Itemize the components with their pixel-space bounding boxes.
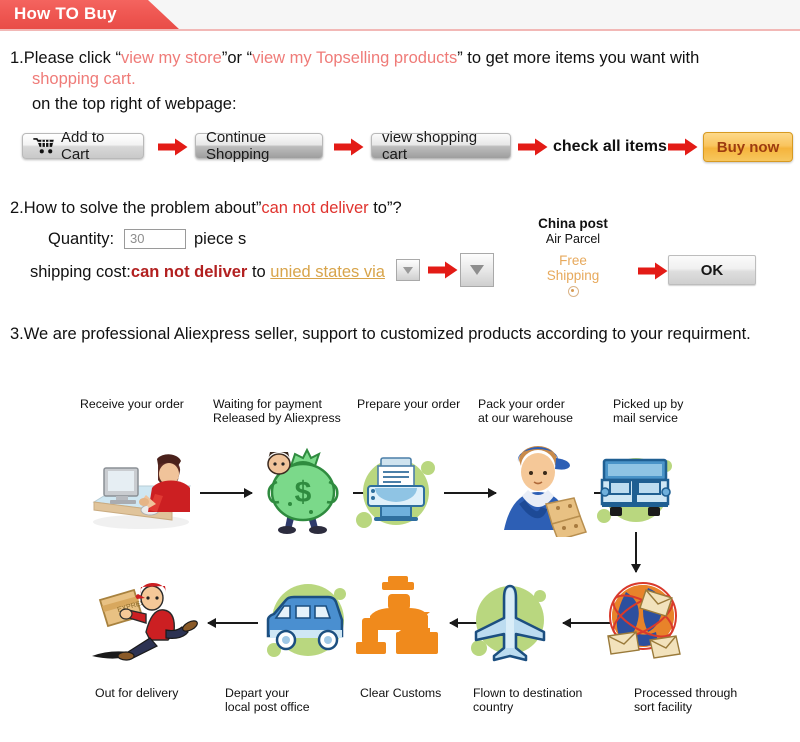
worker-packing-boxes-icon xyxy=(488,442,593,541)
flow-caption-out-for-delivery: Out for delivery xyxy=(95,686,179,700)
flow-caption-picked-up: Picked up by mail service xyxy=(613,397,684,425)
buy-now-button[interactable]: Buy now xyxy=(703,132,793,162)
red-right-arrow-icon-4 xyxy=(668,138,698,156)
red-right-arrow-icon-3 xyxy=(518,138,548,156)
ok-button[interactable]: OK xyxy=(668,255,756,285)
running-courier-icon: EXPRESS xyxy=(88,576,203,666)
flow-arrow-5 xyxy=(207,618,258,628)
shipping-country-link[interactable]: unied states via xyxy=(270,263,385,281)
quantity-unit-label: piece s xyxy=(194,230,247,248)
step1-line3: on the top right of webpage: xyxy=(32,95,237,113)
flow-caption-flown-destination: Flown to destination country xyxy=(473,686,583,714)
shopping-cart-icon xyxy=(33,138,55,154)
step2-heading-a: How to solve the problem about” xyxy=(23,199,262,217)
shipping-cost-line: shipping cost:can not deliver to unied s… xyxy=(30,262,385,282)
delivery-van-icon xyxy=(252,576,362,664)
flow-caption-prepare-order: Prepare your order xyxy=(357,397,461,411)
flow-caption-waiting-payment: Waiting for payment Released by Aliexpre… xyxy=(213,397,341,425)
shipping-cost-label: shipping cost: xyxy=(30,263,131,281)
step3-number: 3. xyxy=(10,325,24,343)
flow-arrow-down xyxy=(631,532,641,573)
carrier-name: China post xyxy=(538,216,608,231)
add-to-cart-label: Add to Cart xyxy=(61,129,105,163)
check-all-items-label: check all items xyxy=(553,138,667,155)
free-shipping-option[interactable]: Free Shipping xyxy=(513,253,633,297)
shipping-method-dropdown-button[interactable] xyxy=(460,253,494,287)
flow-caption-sort-facility: Processed through sort facility xyxy=(634,686,738,714)
red-right-arrow-icon-5 xyxy=(428,261,458,279)
page-header-banner: How TO Buy xyxy=(0,0,800,31)
step1-line1: 1.Please click “view my store”or “view m… xyxy=(10,48,699,68)
view-shopping-cart-label: view shopping cart xyxy=(382,129,478,163)
shipping-cannot-deliver: can not deliver xyxy=(130,263,248,281)
step3-line: 3.We are professional Aliexpress seller,… xyxy=(10,324,751,344)
purchase-flow-buttons: Add to Cart Continue Shopping view shopp… xyxy=(0,128,800,172)
step2-heading-emphasis: can not deliver xyxy=(261,199,369,217)
step3-text: We are professional Aliexpress seller, s… xyxy=(23,325,751,343)
step2-heading-b: to”? xyxy=(368,199,402,217)
radio-selected-icon[interactable] xyxy=(567,286,579,297)
carrier-service: Air Parcel xyxy=(545,232,601,246)
step2-number: 2. xyxy=(10,199,24,217)
view-shopping-cart-button[interactable]: view shopping cart xyxy=(371,129,511,163)
printer-icon xyxy=(348,446,444,536)
flow-caption-pack-order: Pack your order at our warehouse xyxy=(478,397,574,425)
shipping-to-text: to xyxy=(247,263,271,281)
red-right-arrow-icon-2 xyxy=(334,138,364,156)
money-bag-icon: $ xyxy=(255,442,350,534)
flow-caption-clear-customs: Clear Customs xyxy=(360,686,442,700)
svg-text:$: $ xyxy=(295,476,312,509)
add-to-cart-button[interactable]: Add to Cart xyxy=(22,129,144,163)
continue-shopping-button[interactable]: Continue Shopping xyxy=(195,129,323,163)
country-dropdown-button[interactable] xyxy=(396,259,420,281)
step1-text-a: Please click “ xyxy=(23,49,121,67)
chevron-down-icon-small xyxy=(403,266,413,274)
view-my-topselling-products-link[interactable]: view my Topselling products xyxy=(252,49,457,67)
flow-arrow-1 xyxy=(200,488,253,498)
step1-number: 1. xyxy=(10,49,24,67)
step1-text-b: ”or “ xyxy=(221,49,253,67)
truck-icon xyxy=(588,446,683,534)
airplane-icon xyxy=(462,576,560,666)
order-fulfillment-flow-diagram: Receive your order Waiting for payment R… xyxy=(0,380,800,720)
step2-heading: 2.How to solve the problem about”can not… xyxy=(10,198,402,218)
view-my-store-link[interactable]: view my store xyxy=(121,49,222,67)
shopping-cart-link[interactable]: shopping cart. xyxy=(32,69,136,89)
red-right-arrow-icon-6 xyxy=(638,262,668,280)
quantity-label: Quantity: xyxy=(48,230,115,248)
chevron-down-icon-large xyxy=(470,265,484,275)
buy-now-label: Buy now xyxy=(716,138,780,156)
banner-underline xyxy=(0,29,800,31)
mail-sorting-globe-icon xyxy=(596,574,691,666)
quantity-input[interactable]: 30 xyxy=(124,229,186,249)
red-right-arrow-icon-1 xyxy=(158,138,188,156)
free-shipping-line1: Free xyxy=(559,253,587,268)
person-at-computer-icon xyxy=(86,450,196,530)
flow-caption-receive-order: Receive your order xyxy=(80,397,184,411)
customs-officer-icon xyxy=(352,576,447,661)
page-title: How TO Buy xyxy=(14,4,117,23)
ok-button-label: OK xyxy=(700,261,724,279)
continue-shopping-label: Continue Shopping xyxy=(206,129,270,163)
free-shipping-line2: Shipping xyxy=(546,268,600,283)
carrier-info: China post Air Parcel xyxy=(508,216,638,246)
flow-caption-depart-post-office: Depart your local post office xyxy=(225,686,310,714)
step1-text-c: ” to get more items you want with xyxy=(457,49,700,67)
